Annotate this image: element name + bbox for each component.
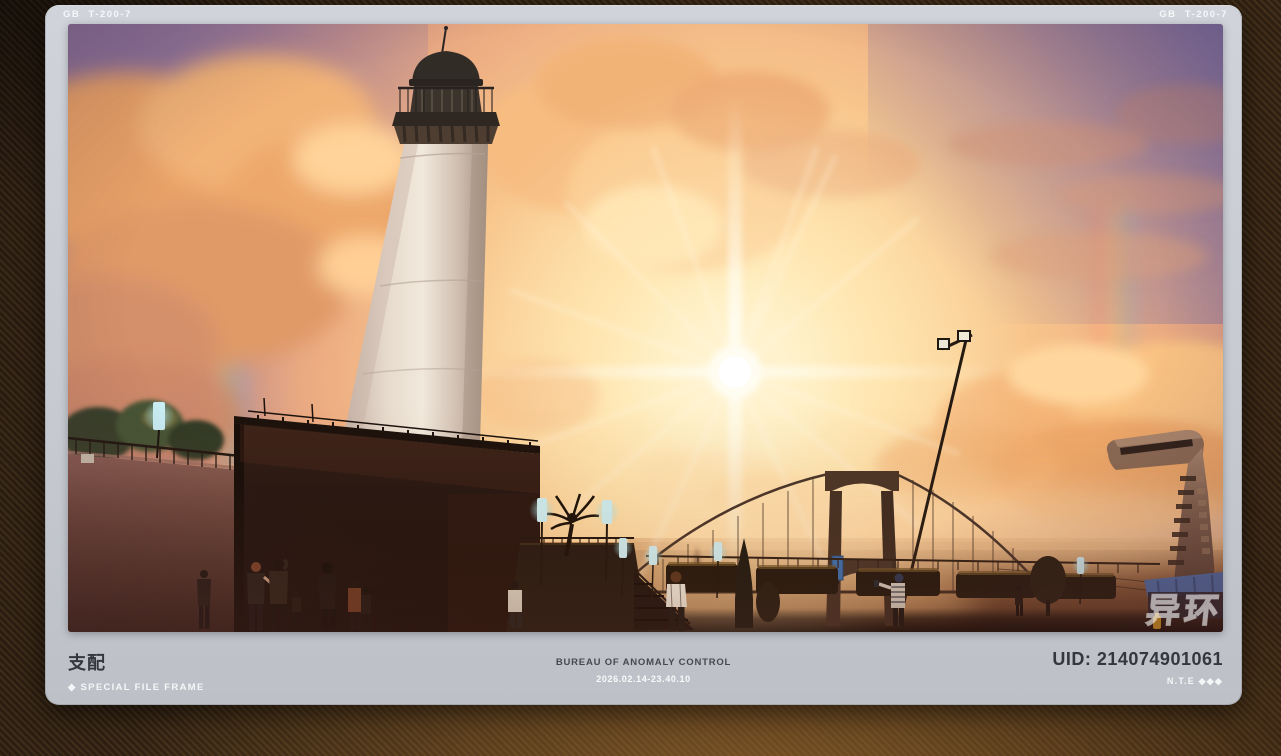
photo-frame-card[interactable]: GB T-200-7 GB T-200-7 [45, 5, 1242, 705]
photo-scene-svg: P [68, 24, 1223, 632]
bureau-label: BUREAU OF ANOMALY CONTROL [556, 657, 731, 668]
uid-label: UID: 214074901061 [1052, 649, 1223, 670]
frame-type-label: ◆ SPECIAL FILE FRAME [68, 682, 205, 693]
frame-code-top-left: GB T-200-7 [63, 9, 132, 20]
vignette-overlay [68, 24, 1223, 632]
photo: P [68, 24, 1223, 632]
timestamp-label: 2026.02.14-23.40.10 [556, 674, 731, 684]
frame-code-top-right: GB T-200-7 [1159, 9, 1228, 20]
caption-center: BUREAU OF ANOMALY CONTROL 2026.02.14-23.… [556, 657, 731, 684]
caption-right: UID: 214074901061 N.T.E ◆◆◆ [1052, 649, 1223, 687]
frame-name-label: 支配 [68, 649, 205, 675]
caption-left: 支配 ◆ SPECIAL FILE FRAME [68, 649, 205, 693]
brand-label: N.T.E ◆◆◆ [1052, 676, 1223, 687]
photo-watermark: 异环 [1144, 592, 1223, 630]
